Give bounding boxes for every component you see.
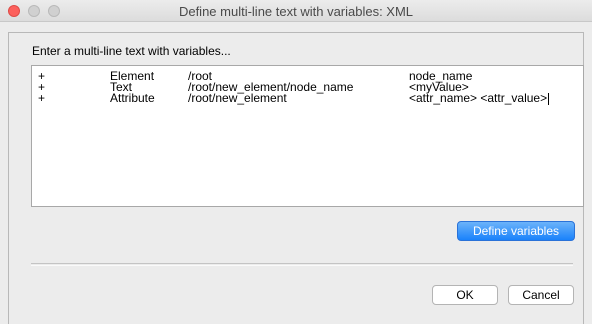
top-divider	[8, 32, 584, 33]
line-type: Attribute	[110, 91, 155, 105]
ok-button[interactable]: OK	[432, 285, 498, 305]
line-path: /root/new_element	[188, 91, 287, 105]
panel-left-border	[8, 33, 9, 324]
line-value: <attr_name> <attr_value>	[409, 91, 548, 106]
define-variables-button[interactable]: Define variables	[457, 221, 575, 241]
multiline-text-area[interactable]: + Element /root node_name + Text /root/n…	[31, 65, 584, 207]
prompt-label: Enter a multi-line text with variables..…	[32, 44, 231, 58]
text-caret	[548, 93, 550, 105]
cancel-button[interactable]: Cancel	[508, 285, 574, 305]
horizontal-separator	[31, 263, 573, 266]
window-title: Define multi-line text with variables: X…	[178, 4, 414, 19]
line-value-with-caret: <attr_name> <attr_value>	[409, 91, 550, 106]
text-line: + Attribute /root/new_element <attr_name…	[32, 91, 583, 106]
title-bar: Define multi-line text with variables: X…	[0, 0, 592, 22]
line-marker: +	[38, 91, 46, 105]
